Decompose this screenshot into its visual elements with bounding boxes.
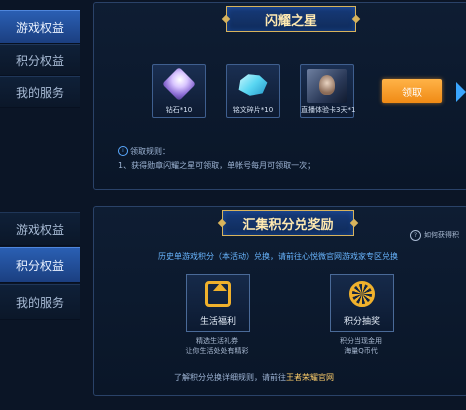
next-arrow-icon[interactable]	[456, 82, 466, 102]
house-icon	[205, 281, 231, 307]
how-to-earn-label: 如何获得积	[424, 231, 459, 239]
sidebar-bottom-tab-my-services[interactable]: 我的服务	[0, 284, 80, 320]
card-desc-line: 积分当现金用	[340, 337, 382, 345]
rules-line: 1、获得勋章闪耀之星可领取，单帐号每月可领取一次；	[118, 161, 316, 170]
reward-label: 铭文碎片*10	[232, 106, 274, 114]
footer-prefix: 了解积分兑换详细规则，请前往	[174, 373, 286, 382]
crystal-icon	[238, 74, 268, 96]
reward-hero-card[interactable]: 直播体验卡3天*1	[300, 64, 356, 118]
sidebar-bottom-tab-game-benefits[interactable]: 游戏权益	[0, 212, 80, 246]
sidebar-top-tab-my-services[interactable]: 我的服务	[0, 76, 80, 108]
sidebar-bottom-tab-points-benefits[interactable]: 积分权益	[0, 247, 80, 283]
card-points-lottery[interactable]: 积分抽奖	[330, 274, 394, 332]
official-site-link[interactable]: 王者荣耀官网	[286, 373, 334, 382]
shine-star-title: 闪耀之星	[226, 6, 356, 32]
how-to-earn-link[interactable]: ? 如何获得积	[410, 230, 459, 241]
tab-label: 我的服务	[15, 295, 64, 310]
info-icon: i	[118, 146, 128, 156]
card-caption: 生活福利	[199, 317, 236, 327]
rules-title: 领取规则：	[130, 147, 170, 156]
tab-label: 积分权益	[15, 53, 64, 68]
tab-label: 游戏权益	[15, 20, 64, 35]
tab-label: 积分权益	[15, 258, 64, 273]
hero-card-icon	[307, 69, 347, 103]
question-icon: ?	[410, 230, 421, 241]
sidebar-top-tab-game-benefits[interactable]: 游戏权益	[0, 10, 80, 44]
reward-label: 直播体验卡3天*1	[301, 106, 356, 114]
card-desc-line: 海量Q币代	[344, 347, 378, 355]
diamond-icon	[162, 67, 196, 101]
card-desc-line: 精选生活礼券	[196, 337, 238, 345]
reward-diamond[interactable]: 钻石*10	[152, 64, 206, 118]
points-exchange-title-text: 汇集积分兑奖励	[242, 217, 334, 233]
exchange-info: 历史单游戏积分（本活动）兑换，请前往心悦微官网游戏家专区兑换	[158, 252, 398, 261]
points-exchange-title: 汇集积分兑奖励	[222, 210, 354, 236]
wheel-icon	[349, 281, 375, 307]
claim-button-label: 领取	[402, 87, 422, 99]
card-caption: 积分抽奖	[343, 317, 380, 327]
card-desc-line: 让你生活处处有精彩	[185, 347, 249, 355]
tab-label: 游戏权益	[15, 222, 64, 237]
shine-star-title-text: 闪耀之星	[264, 13, 317, 29]
reward-label: 钻石*10	[165, 106, 193, 114]
reward-inscription-shards[interactable]: 铭文碎片*10	[226, 64, 280, 118]
sidebar-top-tab-points-benefits[interactable]: 积分权益	[0, 44, 80, 76]
card-life-benefits[interactable]: 生活福利	[186, 274, 250, 332]
tab-label: 我的服务	[15, 85, 64, 100]
claim-button[interactable]: 领取	[382, 79, 442, 103]
footer-note: 了解积分兑换详细规则，请前往王者荣耀官网	[174, 372, 334, 383]
